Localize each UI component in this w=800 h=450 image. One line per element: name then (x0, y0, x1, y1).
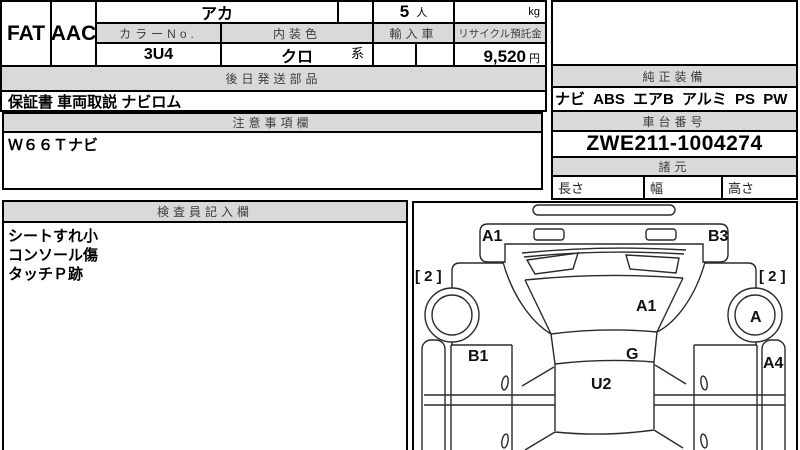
damage-label-cowl: G (626, 346, 638, 363)
floor-diagonal-br (653, 429, 684, 449)
inspector-note-line: コンソール傷 (8, 247, 99, 264)
floor-diagonal-tr (654, 364, 687, 385)
color-no-value: 3U4 (95, 42, 222, 67)
floor-bottom (554, 429, 655, 435)
grade-aac-cell: AAC (50, 0, 97, 67)
recycle-deposit-header: リサイクル預託金 (453, 22, 547, 44)
windshield-bottom (550, 329, 658, 335)
damage-label-door-left: B1 (468, 348, 489, 365)
damage-label-windshield: A1 (636, 298, 657, 315)
weight-cell: kg (453, 0, 547, 24)
capacity-unit: 人 (416, 7, 428, 19)
empty-cell-3 (415, 42, 455, 67)
windshield-left (524, 279, 556, 365)
auction-sheet: FAT AAC アカ 5 人 kg カラーNo. 内装色 輸入車 リサイクル預託… (0, 0, 800, 450)
interior-color-value: クロ (280, 48, 313, 66)
damage-label-hood-left: A1 (482, 228, 503, 245)
damage-label-floor: U2 (591, 376, 612, 393)
floor-diagonal-bl (524, 431, 556, 450)
equipment-value: ナビ ABS エアB アルミ PS PW (555, 91, 788, 108)
inspector-notes: シートすれ小 コンソール傷 タッチＰ跡 (8, 227, 98, 284)
empty-cell-2 (372, 42, 417, 67)
interior-color-header: 内装色 (220, 22, 374, 44)
windshield-top (524, 274, 684, 281)
car-diagram: A1 B3 [ 2 ] [ 2 ] A1 A B1 G A4 U2 (415, 204, 786, 450)
damage-label-bracket-right: [ 2 ] (759, 268, 786, 285)
chassis-header: 車台番号 (551, 110, 798, 132)
damage-label-wheel-right: A (750, 309, 762, 326)
crease-band-right (654, 394, 785, 406)
door-handle-fr (700, 375, 708, 391)
import-header: 輸入車 (372, 22, 455, 44)
notes-value: Ｗ６６Ｔナビ (8, 137, 99, 154)
color-no-header: カラーNo. (95, 22, 222, 44)
chassis-number: ZWE211-1004274 (586, 132, 763, 155)
inspector-note-line: タッチＰ跡 (8, 266, 84, 283)
wheel-left-outer (424, 287, 480, 343)
door-handle-rr (700, 433, 708, 449)
equipment-header: 純正装備 (551, 64, 798, 88)
shipping-parts-value: 保証書 車両取説 ナビロム (0, 90, 547, 112)
car-diagram-box: A1 B3 [ 2 ] [ 2 ] A1 A B1 G A4 U2 (412, 201, 798, 450)
windshield-right (653, 277, 684, 363)
cowl-line (554, 359, 655, 365)
specs-header: 諸元 (551, 156, 798, 177)
shipping-parts-header: 後日発送部品 (0, 65, 547, 92)
inspector-header: 検査員記入欄 (2, 200, 408, 223)
door-handle-fl (501, 375, 509, 391)
spec-length-label: 長さ (551, 175, 645, 200)
floor-diagonal-tl (521, 366, 555, 387)
interior-color-cell: クロ 系 (220, 42, 374, 67)
crease-band-left (424, 394, 555, 406)
damage-label-hood-right: B3 (708, 228, 729, 245)
hood-vent-left (533, 228, 565, 241)
spec-width-label: 幅 (643, 175, 723, 200)
spec-height-label: 高さ (721, 175, 798, 200)
recycle-deposit-unit: 円 (529, 53, 540, 65)
door-handle-rl (501, 433, 509, 449)
hood-panel (479, 223, 729, 263)
capacity-value: 5 (399, 2, 410, 21)
hood-vent-right (645, 228, 677, 241)
capacity-cell: 5 人 (372, 0, 455, 24)
inspector-note-line: シートすれ小 (8, 228, 99, 245)
recycle-deposit-value: 9,520 (483, 47, 526, 66)
wiper-right (625, 254, 680, 274)
recycle-deposit-cell: 9,520 円 (453, 42, 547, 67)
damage-label-rear-right: A4 (763, 355, 784, 372)
body-color-value: アカ (95, 0, 339, 24)
front-bumper-strip (532, 204, 676, 216)
interior-suffix: 系 (350, 46, 364, 61)
damage-label-bracket-left: [ 2 ] (415, 268, 442, 285)
grade-fat-cell: FAT (0, 0, 52, 67)
notes-header: 注意事項欄 (2, 112, 543, 133)
empty-cell-1 (337, 0, 374, 24)
